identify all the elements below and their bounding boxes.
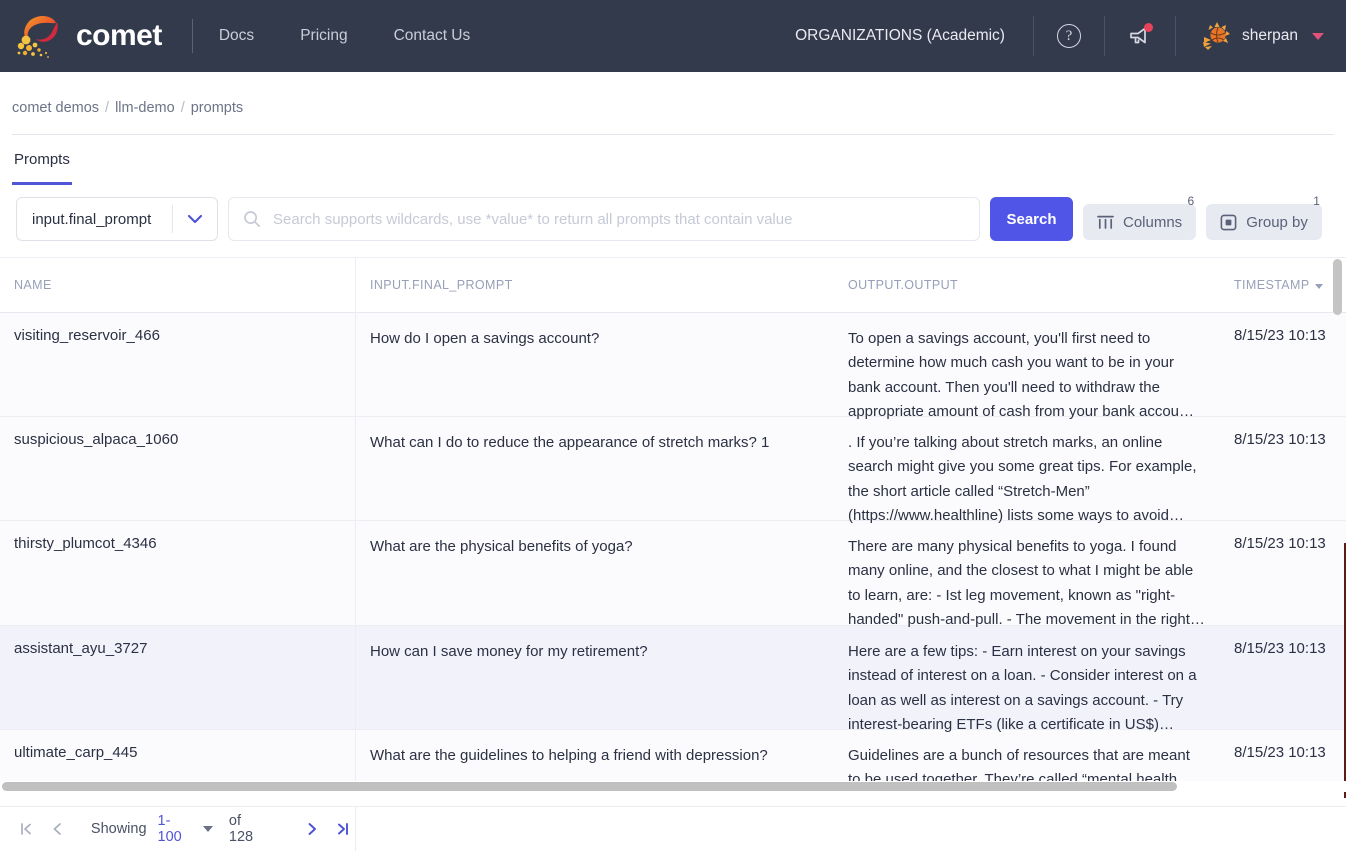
brand-name: comet (76, 21, 162, 51)
search-box[interactable] (228, 197, 980, 241)
column-header-timestamp[interactable]: TIMESTAMP (1220, 278, 1346, 292)
top-navigation-bar: comet Docs Pricing Contact Us ORGANIZATI… (0, 0, 1346, 72)
cell-output: . If you’re talking about stretch marks,… (834, 417, 1220, 520)
chevron-down-icon (1312, 33, 1324, 40)
table-footer: Showing 1-100 of 128 (0, 806, 1346, 850)
vertical-scrollbar-thumb[interactable] (1333, 259, 1342, 315)
group-by-button-label: Group by (1246, 214, 1308, 231)
breadcrumb-item-workspace[interactable]: comet demos (12, 100, 99, 116)
cell-output: To open a savings account, you'll first … (834, 313, 1220, 416)
cell-timestamp: 8/15/23 10:13 (1220, 313, 1346, 416)
nav-link-pricing[interactable]: Pricing (300, 27, 347, 45)
columns-icon (1097, 214, 1114, 230)
prompts-table: NAME INPUT.FINAL_PROMPT OUTPUT.OUTPUT TI… (0, 257, 1346, 792)
breadcrumb-separator: / (105, 100, 109, 116)
cell-input: What are the physical benefits of yoga? (356, 521, 834, 625)
column-header-input-final-prompt[interactable]: INPUT.FINAL_PROMPT (356, 278, 834, 292)
cell-input: How can I save money for my retirement? (356, 626, 834, 729)
table-row[interactable]: assistant_ayu_3727 How can I save money … (0, 626, 1346, 730)
cell-name: thirsty_plumcot_4346 (0, 521, 356, 625)
first-page-icon[interactable] (14, 815, 38, 843)
next-page-icon[interactable] (300, 815, 324, 843)
table-row[interactable]: suspicious_alpaca_1060 What can I do to … (0, 417, 1346, 521)
group-by-button-wrap: Group by 1 (1206, 198, 1322, 240)
nav-link-docs[interactable]: Docs (219, 27, 254, 45)
total-count-label: of 128 (229, 813, 264, 845)
cell-timestamp: 8/15/23 10:13 (1220, 521, 1346, 625)
horizontal-scrollbar[interactable] (0, 781, 1346, 792)
question-circle-icon: ? (1057, 24, 1081, 48)
cell-name: suspicious_alpaca_1060 (0, 417, 356, 520)
cell-output: Here are a few tips: - Earn interest on … (834, 626, 1220, 729)
page-range-value[interactable]: 1-100 (158, 813, 190, 845)
table-header-row: NAME INPUT.FINAL_PROMPT OUTPUT.OUTPUT TI… (0, 257, 1346, 313)
unread-indicator-dot (1144, 23, 1153, 32)
help-button[interactable]: ? (1034, 16, 1104, 56)
prev-page-icon[interactable] (44, 815, 68, 843)
columns-count-badge: 6 (1188, 194, 1195, 208)
cell-name: assistant_ayu_3727 (0, 626, 356, 729)
table-row[interactable]: visiting_reservoir_466 How do I open a s… (0, 313, 1346, 417)
cell-input: How do I open a savings account? (356, 313, 834, 416)
cell-timestamp: 8/15/23 10:13 (1220, 626, 1346, 729)
group-by-icon (1220, 214, 1237, 231)
search-toolbar: input.final_prompt Search Columns (0, 185, 1346, 257)
chevron-down-icon[interactable] (203, 826, 213, 832)
columns-button-wrap: Columns 6 (1083, 198, 1196, 240)
organization-label[interactable]: ORGANIZATIONS (Academic) (795, 27, 1033, 45)
sort-desc-caret-icon (1315, 284, 1323, 289)
announcements-button[interactable] (1105, 16, 1175, 56)
group-by-button[interactable]: Group by 1 (1206, 204, 1322, 240)
group-by-count-badge: 1 (1313, 194, 1320, 208)
search-icon (243, 210, 261, 228)
last-page-icon[interactable] (331, 815, 355, 843)
column-header-timestamp-label: TIMESTAMP (1234, 278, 1310, 292)
cell-input: What can I do to reduce the appearance o… (356, 417, 834, 520)
nav-links: Docs Pricing Contact Us (219, 27, 470, 45)
nav-divider (192, 19, 193, 53)
cell-name: visiting_reservoir_466 (0, 313, 356, 416)
horizontal-scrollbar-thumb[interactable] (2, 782, 1177, 791)
breadcrumb-separator: / (181, 100, 185, 116)
column-header-name[interactable]: NAME (0, 257, 356, 313)
search-field-select-value: input.final_prompt (17, 211, 172, 228)
showing-label: Showing (91, 821, 147, 837)
nav-link-contact-us[interactable]: Contact Us (394, 27, 471, 45)
search-button[interactable]: Search (990, 197, 1073, 241)
breadcrumb-item-project[interactable]: llm-demo (115, 100, 175, 116)
search-input[interactable] (273, 211, 965, 228)
column-header-output-output[interactable]: OUTPUT.OUTPUT (834, 278, 1220, 292)
columns-button-label: Columns (1123, 214, 1182, 231)
brand-logo[interactable]: comet (12, 11, 162, 61)
breadcrumb: comet demos / llm-demo / prompts (0, 72, 1346, 116)
cell-output: There are many physical benefits to yoga… (834, 521, 1220, 625)
search-field-select[interactable]: input.final_prompt (16, 197, 218, 241)
phoenix-suns-avatar-icon (1202, 21, 1232, 51)
table-row[interactable]: thirsty_plumcot_4346 What are the physic… (0, 521, 1346, 626)
comet-logo-icon (12, 11, 66, 61)
breadcrumb-item-prompts[interactable]: prompts (191, 100, 243, 116)
nav-right-group: ORGANIZATIONS (Academic) ? (795, 16, 1324, 56)
tab-bar: Prompts (0, 135, 1346, 185)
user-name: sherpan (1242, 27, 1298, 45)
user-menu[interactable]: sherpan (1176, 21, 1324, 51)
cell-timestamp: 8/15/23 10:13 (1220, 417, 1346, 520)
columns-button[interactable]: Columns 6 (1083, 204, 1196, 240)
chevron-down-icon (173, 214, 217, 224)
table-body: visiting_reservoir_466 How do I open a s… (0, 313, 1346, 792)
pagination-controls: Showing 1-100 of 128 (0, 807, 356, 851)
tab-prompts[interactable]: Prompts (12, 135, 72, 185)
